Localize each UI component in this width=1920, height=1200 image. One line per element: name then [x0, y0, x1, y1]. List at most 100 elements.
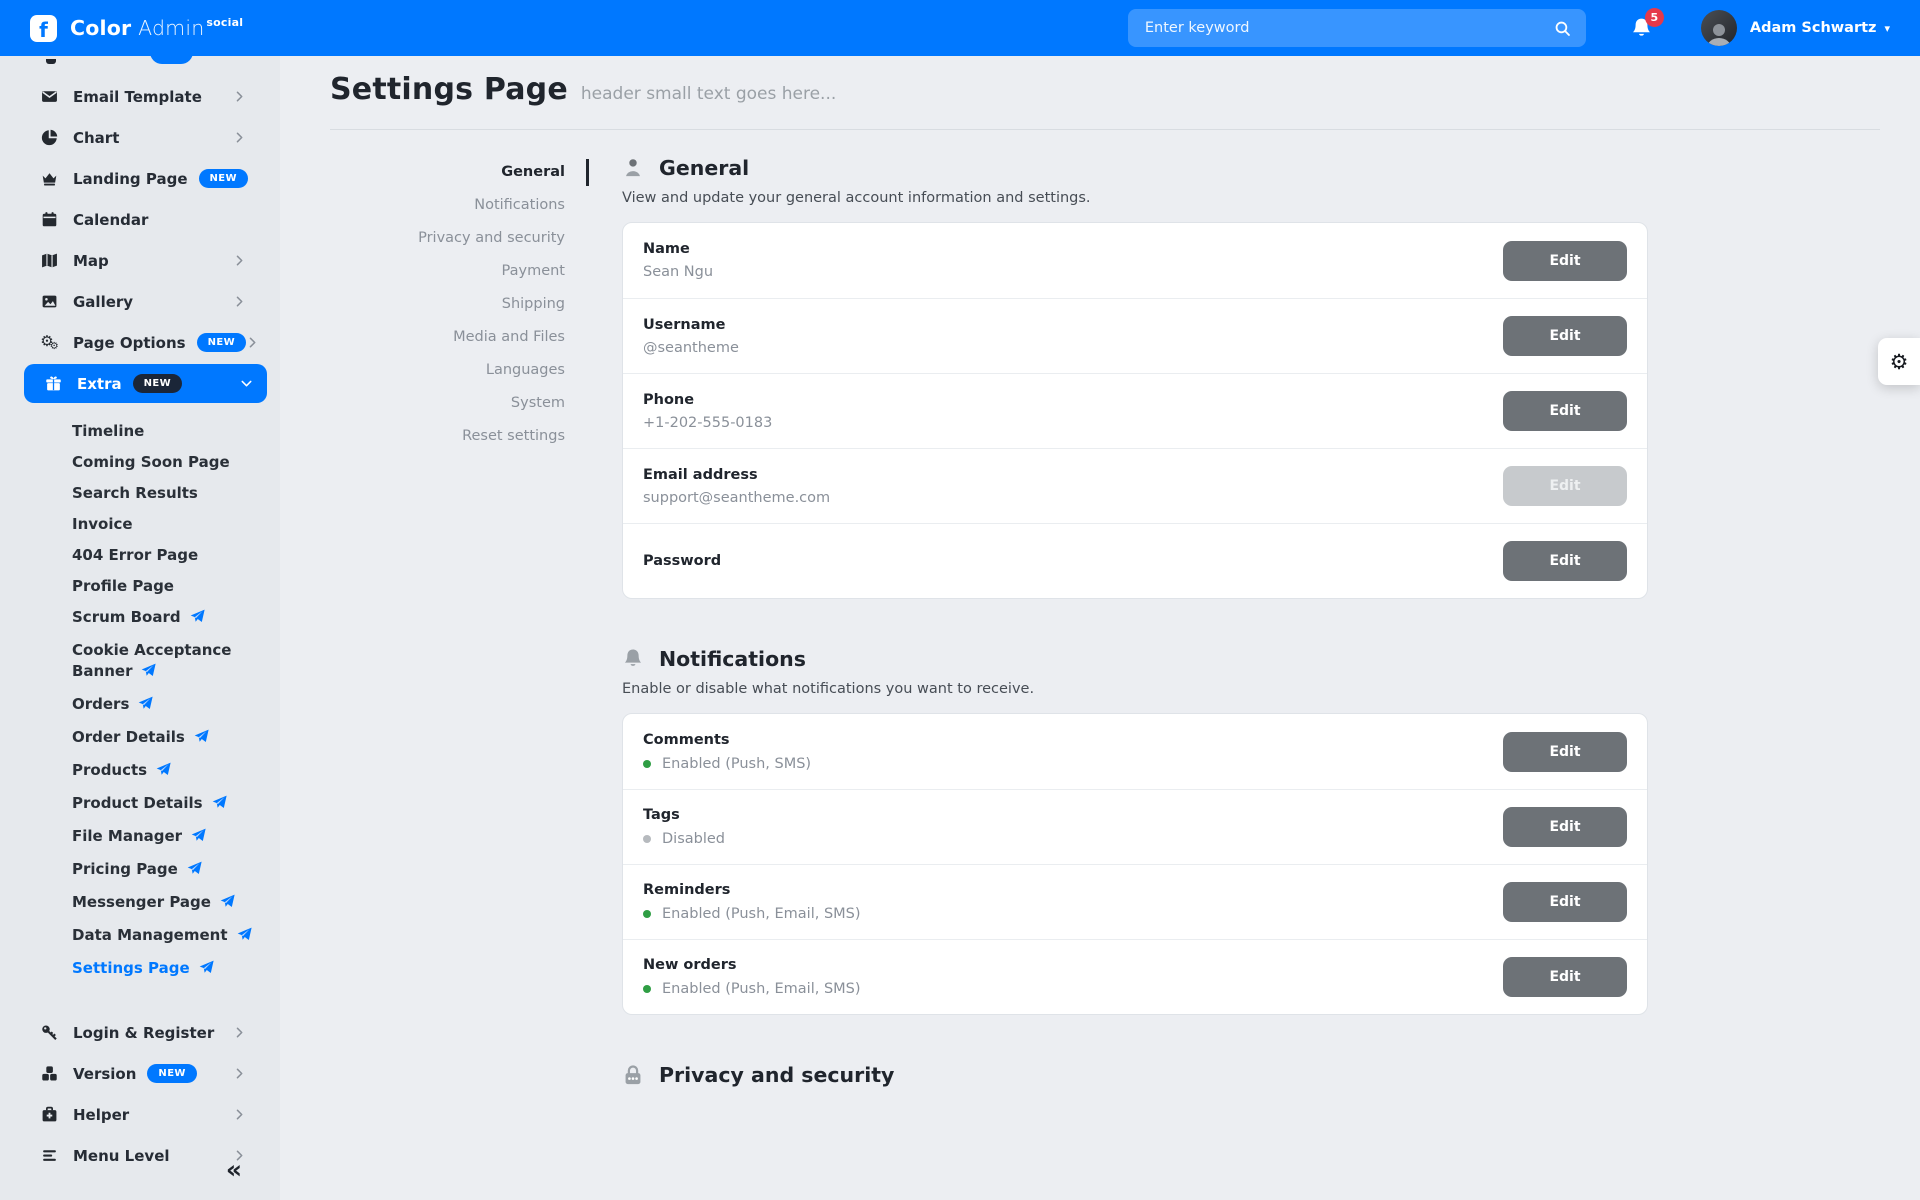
- edit-button[interactable]: Edit: [1503, 316, 1627, 356]
- submenu-item-coming-soon-page[interactable]: Coming Soon Page: [0, 447, 254, 478]
- sidebar-item-landing-page[interactable]: Landing PageNEW: [0, 158, 280, 199]
- edit-button[interactable]: Edit: [1503, 957, 1627, 997]
- settings-nav-item-system[interactable]: System: [330, 387, 565, 420]
- plane-icon: [187, 861, 202, 882]
- submenu-item-404-error-page[interactable]: 404 Error Page: [0, 540, 254, 571]
- settings-row-status: Enabled (Push, Email, SMS): [643, 906, 861, 922]
- person-icon: [622, 157, 644, 179]
- sidebar-item-page-options[interactable]: ⚙⚙Page OptionsNEW: [0, 322, 280, 363]
- lock-icon: [622, 1064, 644, 1086]
- settings-row-value: support@seantheme.com: [643, 490, 830, 506]
- submenu-item-product-details[interactable]: Product Details: [0, 788, 254, 821]
- settings-nav-item-general[interactable]: General: [330, 156, 565, 189]
- user-name[interactable]: Adam Schwartz: [1750, 20, 1877, 36]
- submenu-item-search-results[interactable]: Search Results: [0, 478, 254, 509]
- settings-row-label: Email address: [643, 467, 830, 483]
- settings-row: Phone+1-202-555-0183 Edit: [623, 373, 1647, 448]
- search-box[interactable]: [1128, 9, 1586, 47]
- section-general: General View and update your general acc…: [622, 156, 1648, 599]
- plane-icon: [237, 927, 252, 948]
- sidebar-item-chart[interactable]: Chart: [0, 117, 280, 158]
- search-icon: [1554, 20, 1571, 37]
- edit-button[interactable]: Edit: [1503, 241, 1627, 281]
- submenu-item-orders[interactable]: Orders: [0, 689, 254, 722]
- edit-button[interactable]: Edit: [1503, 882, 1627, 922]
- calendar-icon: [40, 211, 59, 228]
- edit-button[interactable]: Edit: [1503, 732, 1627, 772]
- sidebar-item-calendar[interactable]: Calendar: [0, 199, 280, 240]
- submenu-item-products[interactable]: Products: [0, 755, 254, 788]
- settings-row-label: Comments: [643, 732, 811, 748]
- avatar[interactable]: [1701, 10, 1737, 46]
- submenu-item-label: Pricing Page: [72, 860, 178, 878]
- section-description: View and update your general account inf…: [622, 190, 1648, 206]
- submenu-item-label: Coming Soon Page: [72, 453, 230, 471]
- sidebar-item-label: Page Options: [73, 334, 186, 352]
- sidebar-item-helper[interactable]: Helper: [0, 1094, 280, 1135]
- settings-nav-item-privacy-and-security[interactable]: Privacy and security: [330, 222, 565, 255]
- settings-nav-item-payment[interactable]: Payment: [330, 255, 565, 288]
- submenu-item-cookie-acceptance-banner[interactable]: Cookie Acceptance Banner: [0, 635, 254, 689]
- sidebar: Email Template ChartLanding PageNEWCalend…: [0, 56, 280, 1200]
- search-input[interactable]: [1143, 19, 1554, 37]
- submenu-item-order-details[interactable]: Order Details: [0, 722, 254, 755]
- chevron-right-icon: [233, 1067, 246, 1080]
- section-description: Enable or disable what notifications you…: [622, 681, 1648, 697]
- sidebar-item-login-register[interactable]: Login & Register: [0, 1012, 280, 1053]
- edit-button[interactable]: Edit: [1503, 391, 1627, 431]
- sidebar-collapse-button[interactable]: «: [226, 1157, 242, 1182]
- plane-icon: [190, 609, 205, 630]
- edit-button[interactable]: Edit: [1503, 541, 1627, 581]
- sidebar-item-email-template[interactable]: Email Template: [0, 76, 280, 117]
- submenu-item-data-management[interactable]: Data Management: [0, 920, 254, 953]
- edit-button[interactable]: Edit: [1503, 807, 1627, 847]
- submenu-item-label: Product Details: [72, 794, 203, 812]
- settings-row: Username@seanthemeEdit: [623, 298, 1647, 373]
- sidebar-item-label: Email Template: [73, 88, 202, 106]
- gears-icon: ⚙⚙: [40, 334, 59, 352]
- submenu-item-messenger-page[interactable]: Messenger Page: [0, 887, 254, 920]
- submenu-item-label: Data Management: [72, 926, 228, 944]
- theme-settings-button[interactable]: ⚙: [1878, 338, 1920, 385]
- settings-row-label: Username: [643, 317, 739, 333]
- sidebar-item-version[interactable]: VersionNEW: [0, 1053, 280, 1094]
- settings-row: TagsDisabled Edit: [623, 789, 1647, 864]
- settings-nav-item-shipping[interactable]: Shipping: [330, 288, 565, 321]
- chevron-right-icon: [233, 254, 246, 267]
- submenu-item-file-manager[interactable]: File Manager: [0, 821, 254, 854]
- submenu-item-invoice[interactable]: Invoice: [0, 509, 254, 540]
- settings-row: RemindersEnabled (Push, Email, SMS)Edit: [623, 864, 1647, 939]
- status-text: Enabled (Push, Email, SMS): [662, 906, 861, 922]
- notifications-button[interactable]: 5: [1630, 17, 1653, 40]
- settings-nav-item-languages[interactable]: Languages: [330, 354, 565, 387]
- new-badge: NEW: [147, 1064, 196, 1083]
- section-notifications: Notifications Enable or disable what not…: [622, 647, 1648, 1015]
- brand-title: Color Adminsocial: [70, 16, 243, 40]
- submenu-item-pricing-page[interactable]: Pricing Page: [0, 854, 254, 887]
- sidebar-item-extra[interactable]: Extra NEW: [24, 364, 267, 403]
- settings-nav-item-reset-settings[interactable]: Reset settings: [330, 420, 565, 453]
- sidebar-item-map[interactable]: Map: [0, 240, 280, 281]
- settings-row-text: Phone+1-202-555-0183: [643, 392, 772, 431]
- header-right: 5 Adam Schwartz ▾: [1128, 9, 1890, 47]
- new-badge: NEW: [133, 374, 182, 393]
- sidebar-item-label: Extra: [77, 375, 122, 393]
- menu-bars-icon: [40, 1147, 59, 1164]
- settings-row-text: TagsDisabled: [643, 807, 725, 847]
- sidebar-item-gallery[interactable]: Gallery: [0, 281, 280, 322]
- submenu-item-profile-page[interactable]: Profile Page: [0, 571, 254, 602]
- submenu-item-timeline[interactable]: Timeline: [0, 416, 254, 447]
- brand-name-bold: Color: [70, 16, 131, 40]
- gear-icon: ⚙: [1890, 350, 1909, 374]
- header-divider: [330, 129, 1880, 130]
- plane-icon: [191, 828, 206, 849]
- chevron-down-icon[interactable]: ▾: [1884, 22, 1890, 35]
- submenu-item-scrum-board[interactable]: Scrum Board: [0, 602, 254, 635]
- settings-nav-item-notifications[interactable]: Notifications: [330, 189, 565, 222]
- facebook-icon: f: [30, 15, 57, 42]
- brand-logo[interactable]: f Color Adminsocial: [30, 15, 243, 42]
- settings-row-status: Enabled (Push, SMS): [643, 756, 811, 772]
- submenu-item-settings-page[interactable]: Settings Page: [0, 953, 254, 986]
- settings-nav-item-media-and-files[interactable]: Media and Files: [330, 321, 565, 354]
- image-icon: [40, 293, 59, 310]
